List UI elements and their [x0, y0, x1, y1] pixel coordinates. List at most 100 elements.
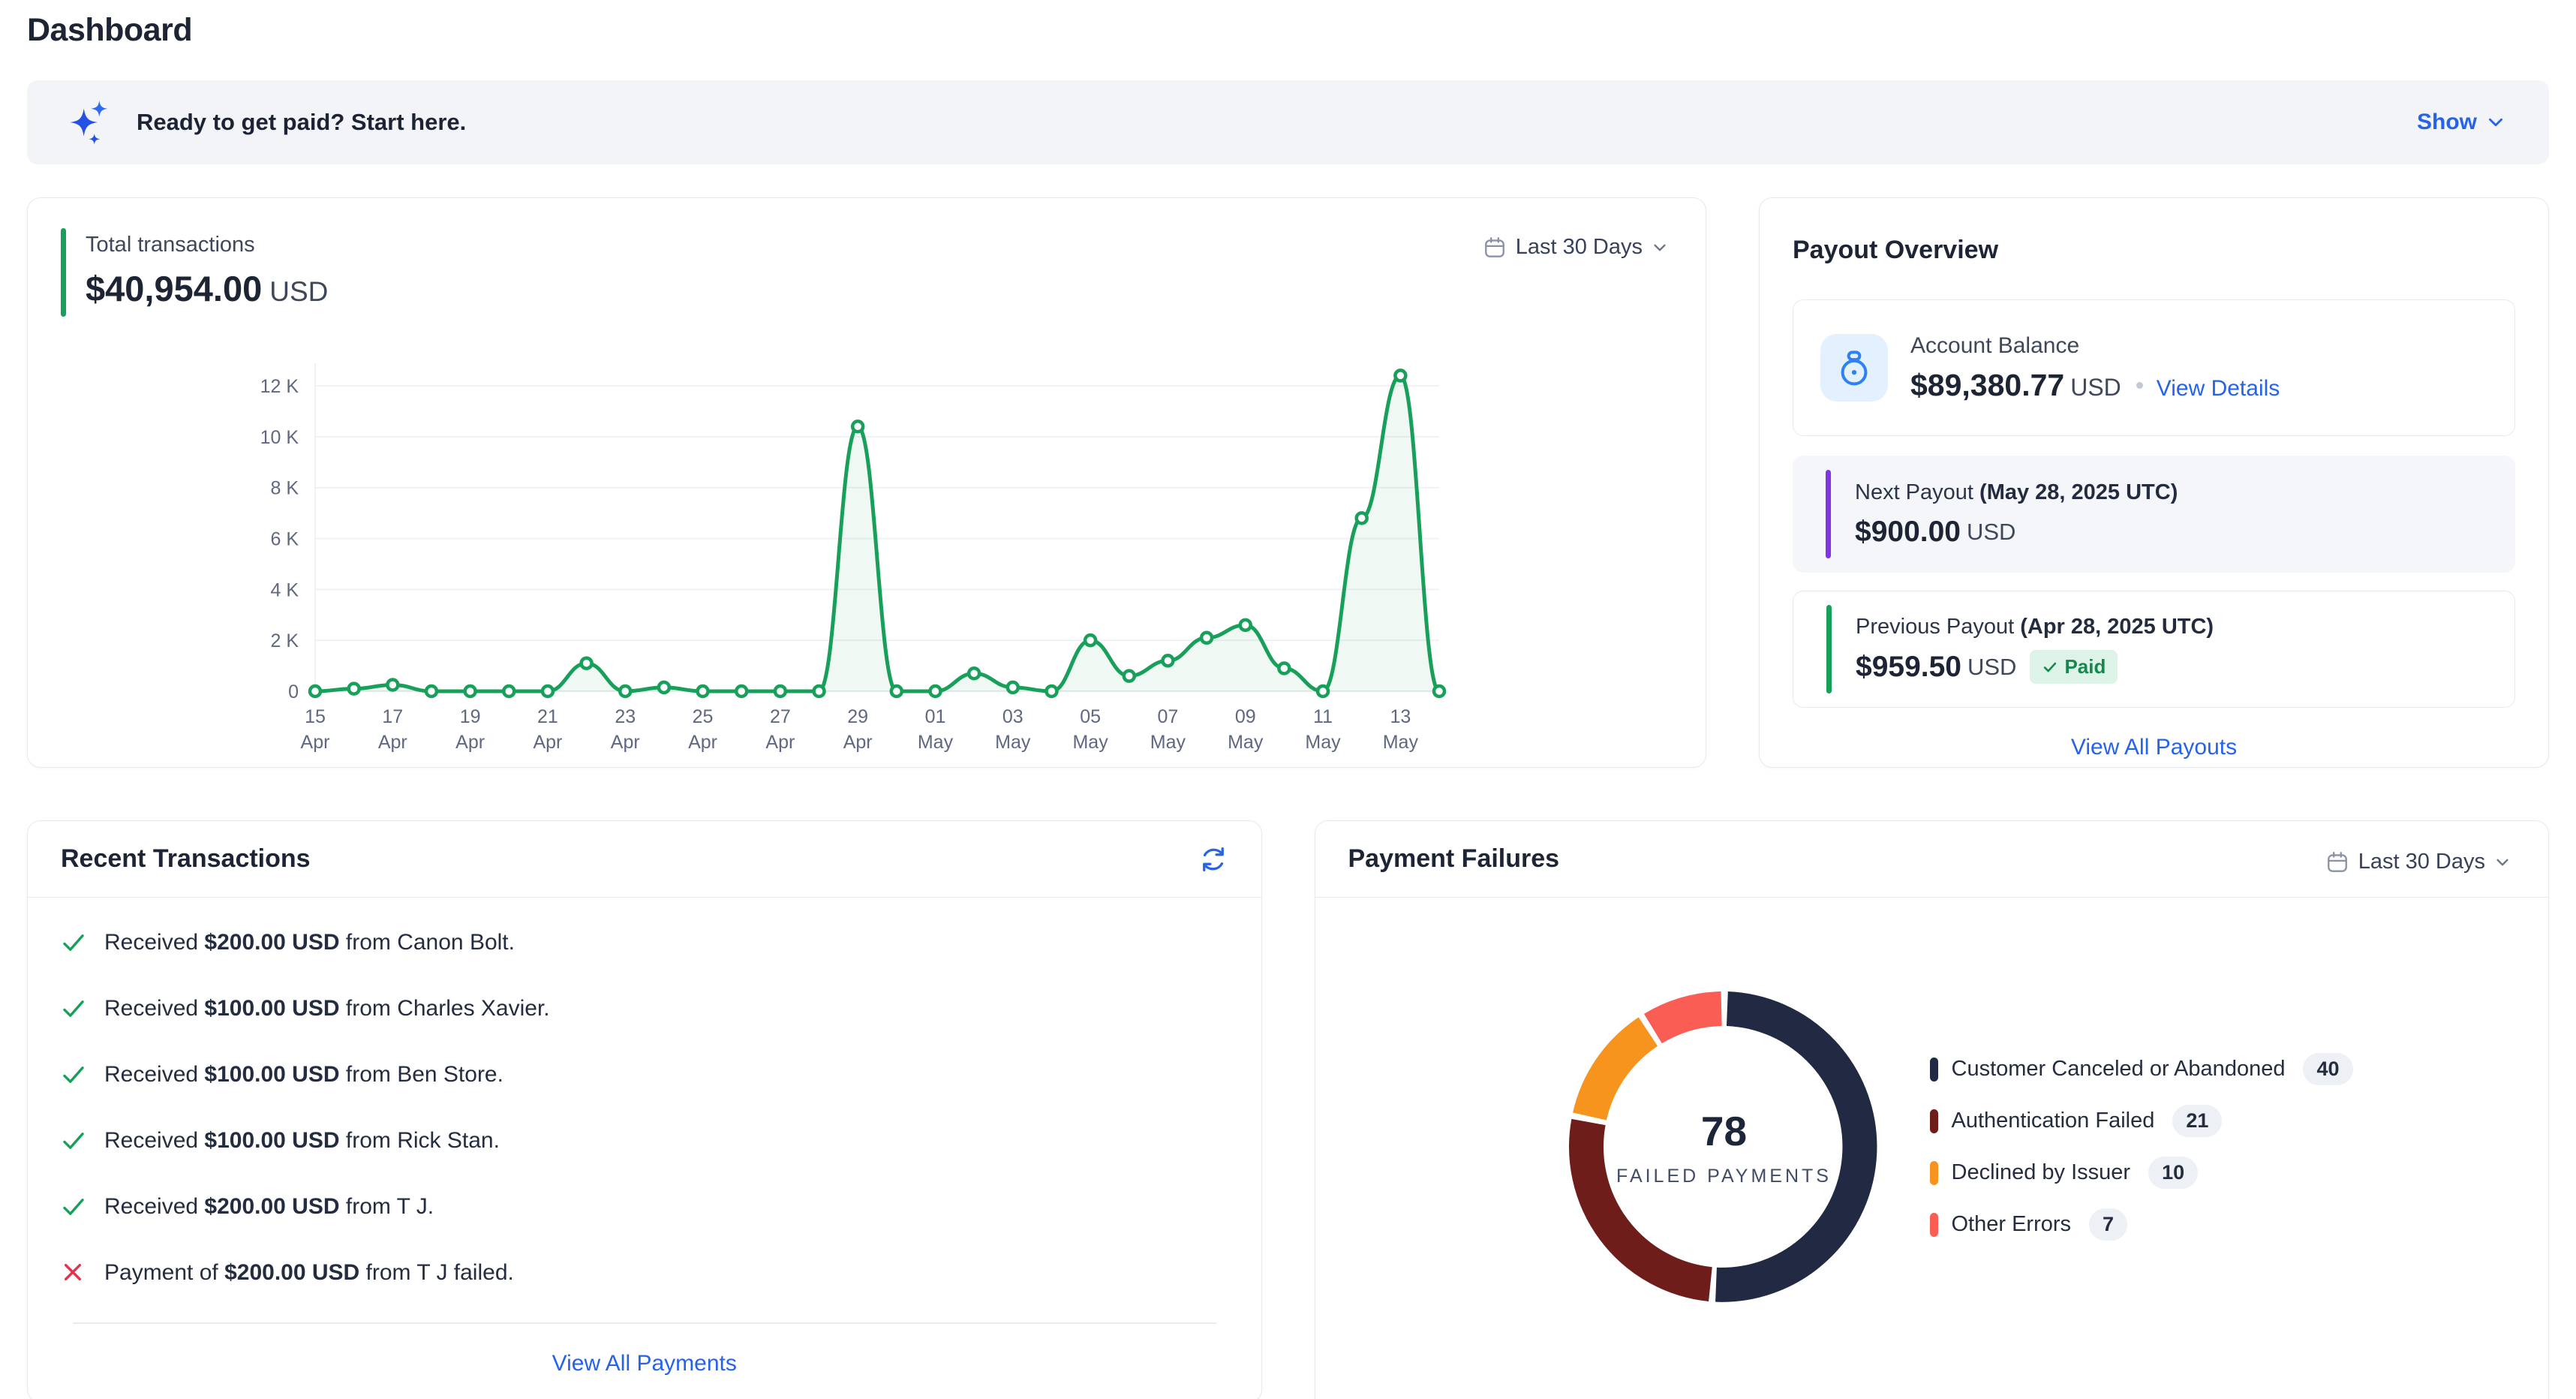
svg-text:03: 03 — [1002, 706, 1023, 727]
view-all-payouts-link[interactable]: View All Payouts — [2071, 735, 2237, 760]
previous-payout-date: (Apr 28, 2025 UTC) — [2020, 615, 2214, 639]
sparkle-icon — [66, 98, 116, 147]
svg-text:6 K: 6 K — [270, 529, 299, 550]
paid-status-badge: Paid — [2030, 650, 2118, 684]
total-transactions-card: Total transactions $40,954.00USD Last 30… — [27, 197, 1706, 768]
svg-text:17: 17 — [382, 706, 403, 727]
svg-text:Apr: Apr — [765, 732, 795, 753]
total-transactions-header: Total transactions $40,954.00USD Last 30… — [61, 228, 1673, 317]
svg-text:07: 07 — [1158, 706, 1179, 727]
svg-text:29: 29 — [847, 706, 868, 727]
total-transactions-currency: USD — [269, 276, 328, 307]
legend-item: Declined by Issuer 10 — [1930, 1157, 2353, 1189]
next-payout-date: (May 28, 2025 UTC) — [1979, 480, 2178, 504]
chevron-down-icon — [2486, 113, 2505, 132]
success-status-icon — [61, 996, 86, 1021]
total-transactions-label: Total transactions — [86, 233, 328, 257]
legend-count-badge: 40 — [2303, 1053, 2352, 1085]
svg-text:4 K: 4 K — [270, 579, 299, 600]
recent-transactions-title: Recent Transactions — [61, 844, 311, 874]
range-label: Last 30 Days — [1516, 235, 1643, 260]
svg-text:0: 0 — [288, 681, 299, 703]
svg-text:15: 15 — [305, 706, 326, 727]
failures-legend: Customer Canceled or Abandoned 40 Authen… — [1930, 1053, 2353, 1241]
svg-text:Apr: Apr — [455, 732, 485, 753]
payment-failures-title: Payment Failures — [1348, 844, 1560, 874]
legend-color-marker — [1930, 1213, 1938, 1237]
transaction-text: Received $100.00 USD from Ben Store. — [104, 1062, 503, 1088]
legend-item: Authentication Failed 21 — [1930, 1105, 2353, 1137]
svg-text:2 K: 2 K — [270, 630, 299, 651]
banner-show-toggle[interactable]: Show — [2412, 109, 2510, 136]
total-transactions-amount: $40,954.00 — [86, 269, 262, 308]
x-icon — [61, 1260, 85, 1284]
svg-text:8 K: 8 K — [270, 478, 299, 499]
chevron-down-icon — [2494, 854, 2511, 871]
success-status-icon — [61, 930, 86, 955]
svg-text:May: May — [1383, 732, 1419, 753]
money-bag-icon — [1833, 347, 1875, 389]
svg-text:12 K: 12 K — [260, 376, 299, 397]
legend-color-marker — [1930, 1161, 1938, 1185]
view-details-link[interactable]: View Details — [2157, 376, 2280, 402]
transaction-item: Received $200.00 USD from T J. — [61, 1174, 1228, 1240]
payment-failures-range-selector[interactable]: Last 30 Days — [2321, 849, 2515, 875]
svg-text:Apr: Apr — [688, 732, 717, 753]
transaction-text: Received $200.00 USD from T J. — [104, 1194, 434, 1220]
next-payout-amount: $900.00 — [1855, 516, 1961, 549]
account-balance-card: Account Balance $89,380.77USD View Detai… — [1793, 299, 2515, 436]
transactions-line-chart: 02 K4 K6 K8 K10 K12 K15Apr17Apr19Apr21Ap… — [61, 348, 1667, 769]
svg-text:May: May — [1150, 732, 1186, 753]
recent-transactions-card: Recent Transactions Received $200.00 USD… — [27, 820, 1262, 1399]
dot-separator — [2136, 382, 2143, 389]
previous-payout-label: Previous Payout — [1856, 615, 2014, 639]
range-label: Last 30 Days — [2358, 850, 2485, 874]
svg-text:Apr: Apr — [301, 732, 330, 753]
legend-count-badge: 10 — [2148, 1157, 2198, 1189]
check-icon — [61, 1062, 86, 1088]
refresh-button[interactable] — [1198, 844, 1228, 874]
next-payout-label: Next Payout — [1855, 480, 1973, 504]
banner-text: Ready to get paid? Start here. — [137, 109, 466, 136]
success-status-icon — [61, 1194, 86, 1220]
green-accent-bar — [1826, 605, 1832, 693]
success-status-icon — [61, 1128, 86, 1154]
svg-text:May: May — [918, 732, 954, 753]
failed-payments-total: 78 — [1701, 1107, 1747, 1155]
check-icon — [61, 930, 86, 955]
top-row: Total transactions $40,954.00USD Last 30… — [27, 197, 2549, 768]
legend-label: Other Errors — [1952, 1212, 2072, 1237]
next-payout-card: Next Payout (May 28, 2025 UTC) $900.00US… — [1793, 456, 2515, 573]
transaction-text: Received $200.00 USD from Canon Bolt. — [104, 930, 515, 955]
svg-text:Apr: Apr — [533, 732, 562, 753]
check-icon — [61, 1128, 86, 1154]
check-icon — [61, 1194, 86, 1220]
transaction-item: Received $100.00 USD from Rick Stan. — [61, 1108, 1228, 1174]
legend-item: Customer Canceled or Abandoned 40 — [1930, 1053, 2353, 1085]
svg-text:21: 21 — [537, 706, 558, 727]
svg-text:05: 05 — [1080, 706, 1101, 727]
svg-text:Apr: Apr — [611, 732, 640, 753]
legend-label: Declined by Issuer — [1952, 1160, 2131, 1185]
legend-label: Customer Canceled or Abandoned — [1952, 1057, 2286, 1082]
svg-text:May: May — [995, 732, 1031, 753]
previous-payout-amount: $959.50 — [1856, 651, 1961, 684]
total-transactions-range-selector[interactable]: Last 30 Days — [1478, 234, 1673, 260]
legend-count-badge: 7 — [2089, 1208, 2127, 1241]
svg-text:09: 09 — [1235, 706, 1256, 727]
transaction-text: Payment of $200.00 USD from T J failed. — [104, 1260, 514, 1286]
transactions-list: Received $200.00 USD from Canon Bolt. Re… — [28, 898, 1261, 1306]
svg-text:13: 13 — [1390, 706, 1411, 727]
legend-color-marker — [1930, 1109, 1938, 1133]
payout-overview-card: Payout Overview Account Balance $89,380.… — [1759, 197, 2549, 768]
check-icon — [61, 996, 86, 1021]
banner-show-label: Show — [2417, 110, 2477, 135]
svg-text:01: 01 — [925, 706, 946, 727]
transaction-item: Received $200.00 USD from Canon Bolt. — [61, 910, 1228, 976]
view-all-payments-link[interactable]: View All Payments — [552, 1351, 737, 1376]
svg-text:27: 27 — [770, 706, 791, 727]
svg-text:May: May — [1228, 732, 1264, 753]
calendar-icon — [2325, 850, 2349, 874]
bottom-row: Recent Transactions Received $200.00 USD… — [27, 820, 2549, 1399]
previous-payout-card: Previous Payout (Apr 28, 2025 UTC) $959.… — [1793, 591, 2515, 708]
